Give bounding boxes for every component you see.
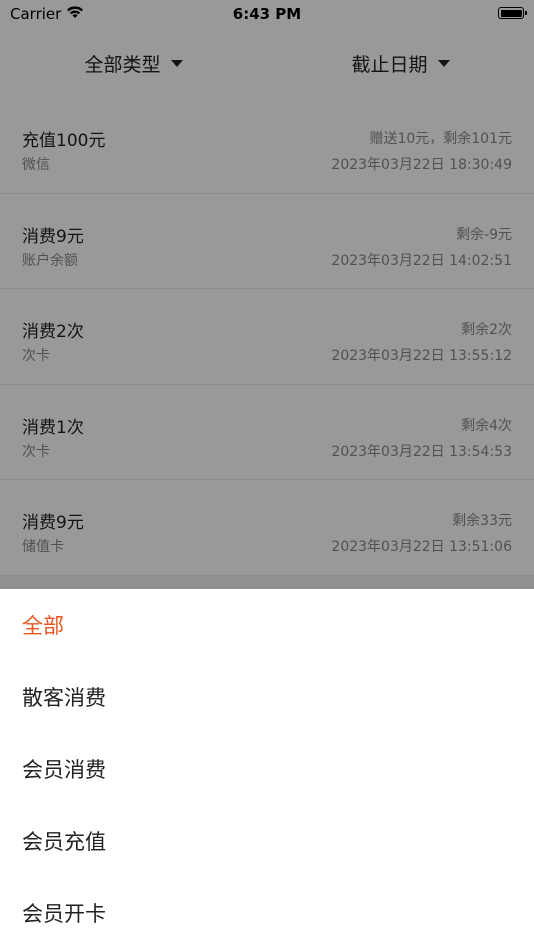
modal-backdrop[interactable]: [0, 0, 534, 590]
sheet-option-walkin-consume[interactable]: 散客消费: [0, 661, 534, 733]
sheet-option-all[interactable]: 全部: [0, 589, 534, 661]
sheet-option-member-recharge[interactable]: 会员充值: [0, 805, 534, 877]
sheet-option-member-consume[interactable]: 会员消费: [0, 733, 534, 805]
type-action-sheet: 全部 散客消费 会员消费 会员充值 会员开卡: [0, 589, 534, 950]
sheet-option-member-open-card[interactable]: 会员开卡: [0, 877, 534, 949]
